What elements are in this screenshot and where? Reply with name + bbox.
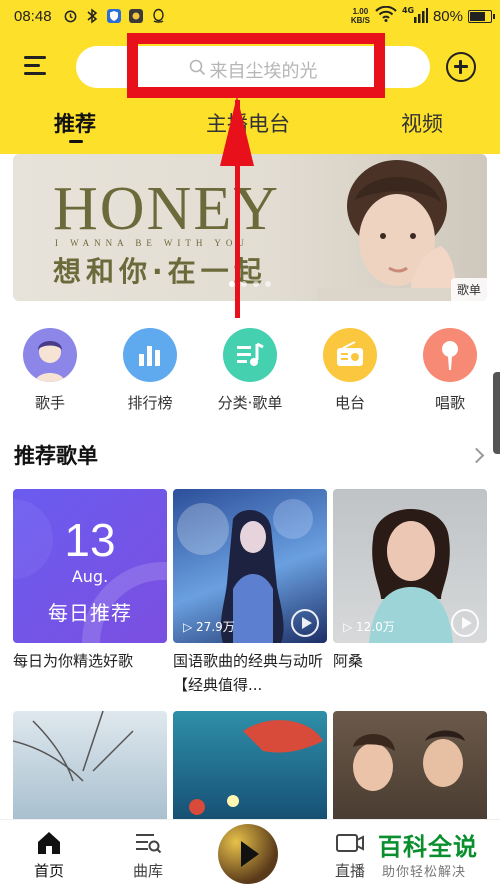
network-speed-unit: KB/S — [350, 16, 370, 25]
nav-library[interactable]: 曲库 — [113, 830, 183, 881]
promo-banner[interactable]: HONEY I WANNA BE WITH YOU 想和你·在一起 歌单 — [13, 154, 487, 301]
battery-level-fill — [470, 11, 485, 21]
playlist-cover: ▷ 27.9万 — [173, 489, 327, 643]
playlist-card[interactable]: ▷ 12.0万 阿桑 — [333, 489, 487, 673]
active-tab-indicator — [69, 140, 83, 143]
menu-line — [24, 56, 46, 59]
play-count-value: 27.9万 — [196, 620, 235, 634]
playlist-title: 阿桑 — [333, 652, 364, 670]
chart-icon — [123, 328, 177, 382]
category-radio[interactable]: 电台 — [310, 328, 390, 413]
banner-pagination — [13, 281, 487, 287]
arrow-head-annotation — [220, 96, 254, 166]
daily-day: 13 — [64, 514, 116, 566]
app-notification-icon — [128, 7, 144, 24]
network-speed: 1.00 KB/S — [351, 7, 370, 25]
nav-home[interactable]: 首页 — [14, 830, 84, 881]
category-label: 电台 — [334, 394, 365, 412]
playlist-card-daily[interactable]: 13 Aug. 每日推荐 每日为你精选好歌 — [13, 489, 167, 673]
menu-line — [24, 64, 40, 67]
banner-subtitle: I WANNA BE WITH YOU — [55, 238, 249, 248]
play-count: ▷ 27.9万 — [183, 620, 235, 634]
watermark-title: 百科全说 — [378, 833, 478, 861]
daily-month: Aug. — [71, 567, 109, 586]
battery-percentage: 80% — [432, 7, 463, 25]
play-count-value: 12.0万 — [356, 620, 395, 634]
home-icon — [14, 830, 84, 856]
nav-label: 首页 — [33, 862, 64, 880]
library-icon — [113, 830, 183, 856]
banner-artist-photo — [317, 160, 467, 301]
category-playlists[interactable]: 分类·歌单 — [210, 328, 290, 413]
category-label: 歌手 — [34, 394, 65, 412]
category-charts[interactable]: 排行榜 — [110, 328, 190, 413]
play-icon[interactable] — [451, 609, 479, 637]
tab-recommend[interactable]: 推荐 — [54, 108, 96, 138]
pagination-dot — [253, 281, 259, 287]
watermark: 百科全说 助你轻松解决 — [368, 823, 500, 889]
scrollbar[interactable] — [493, 372, 500, 454]
category-singer[interactable]: 歌手 — [10, 328, 90, 413]
menu-line — [24, 72, 46, 75]
menu-icon[interactable] — [24, 56, 48, 76]
playlist-title: 每日为你精选好歌 — [13, 652, 134, 670]
pagination-dot — [241, 281, 247, 287]
status-bar: 08:48 1.00 KB/S 4G 80% — [0, 0, 500, 34]
highlight-box-annotation — [127, 33, 385, 98]
playlist-card[interactable]: ▷ 27.9万 国语歌曲的经典与动听【经典值得... — [173, 489, 327, 697]
battery-icon — [468, 9, 495, 23]
shield-app-icon — [106, 7, 122, 24]
notification-icons — [62, 7, 166, 24]
playlist-cover: ▷ 12.0万 — [333, 489, 487, 643]
qq-icon — [150, 7, 166, 24]
add-icon[interactable] — [446, 52, 476, 82]
network-speed-value: 1.00 — [352, 7, 369, 16]
playlist-title: 国语歌曲的经典与动听【经典值得... — [173, 652, 324, 694]
alarm-icon — [62, 7, 78, 24]
daily-label: 每日推荐 — [48, 601, 132, 625]
tab-video[interactable]: 视频 — [401, 108, 443, 138]
category-label: 排行榜 — [127, 394, 173, 412]
category-row: 歌手 排行榜 分类·歌单 电台 唱歌 — [0, 328, 500, 418]
now-playing-button[interactable] — [218, 824, 278, 884]
category-label: 唱歌 — [434, 394, 465, 412]
play-count: ▷ 12.0万 — [343, 620, 395, 634]
category-karaoke[interactable]: 唱歌 — [410, 328, 490, 413]
banner-tag: 歌单 — [450, 278, 487, 301]
play-icon[interactable] — [291, 609, 319, 637]
bluetooth-icon — [84, 7, 100, 24]
wifi-icon — [375, 5, 397, 26]
cellular-signal-icon: 4G — [402, 6, 428, 24]
daily-recommend-cover: 13 Aug. 每日推荐 — [13, 489, 167, 643]
watermark-subtitle: 助你轻松解决 — [382, 865, 467, 880]
nav-label: 曲库 — [132, 862, 163, 880]
pagination-dot — [265, 281, 271, 287]
category-label: 分类·歌单 — [217, 394, 283, 412]
status-time: 08:48 — [14, 8, 52, 25]
microphone-icon — [423, 328, 477, 382]
banner-title: HONEY — [53, 175, 280, 243]
radio-icon — [323, 328, 377, 382]
chevron-right-icon[interactable] — [468, 447, 485, 464]
section-title: 推荐歌单 — [14, 444, 98, 468]
system-status: 1.00 KB/S 4G 80% — [351, 5, 495, 26]
singer-icon — [23, 328, 77, 382]
playlist-icon — [223, 328, 277, 382]
